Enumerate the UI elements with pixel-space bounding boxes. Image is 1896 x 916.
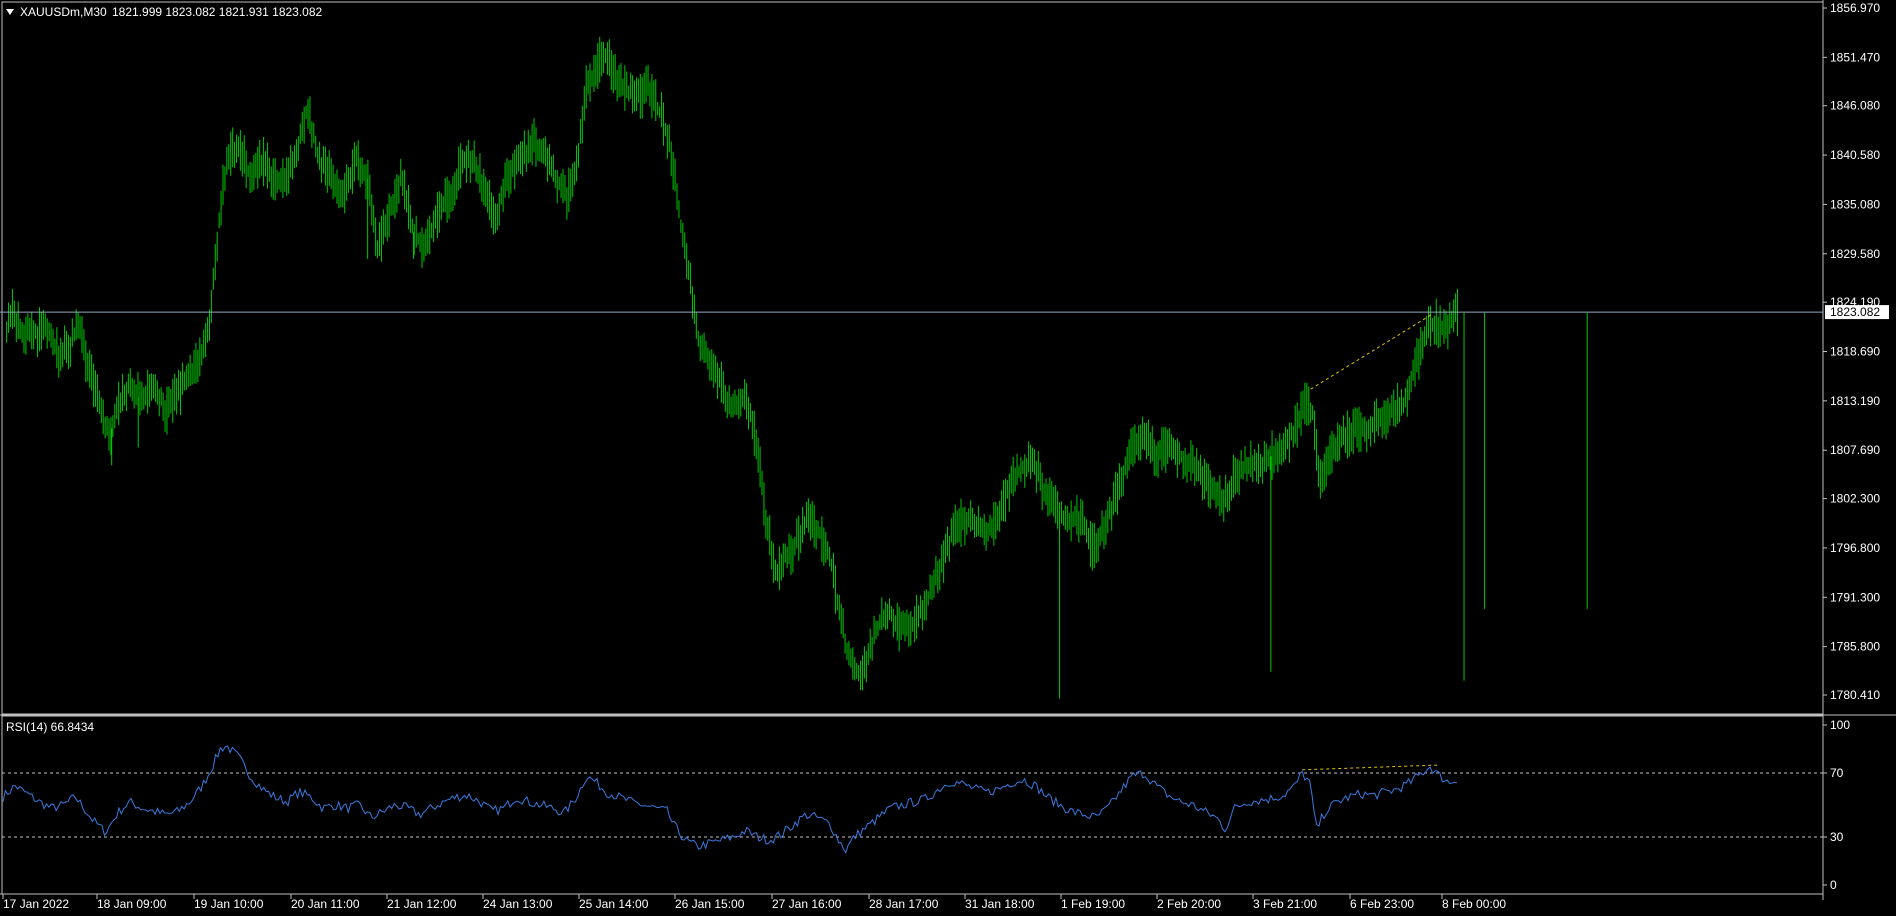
time-tick-label: 27 Jan 16:00 bbox=[772, 897, 842, 911]
price-tick-label: 1813.190 bbox=[1830, 394, 1880, 408]
symbol-label: XAUUSDm,M30 bbox=[20, 5, 107, 19]
price-tick-label: 1818.690 bbox=[1830, 345, 1880, 359]
time-tick-label: 8 Feb 00:00 bbox=[1442, 897, 1506, 911]
time-tick-label: 18 Jan 09:00 bbox=[97, 897, 167, 911]
main-chart-frame bbox=[1, 1, 1824, 715]
price-tick-label: 1846.080 bbox=[1830, 99, 1880, 113]
price-tick-label: 1780.410 bbox=[1830, 688, 1880, 702]
rsi-tick-label: 100 bbox=[1830, 718, 1850, 732]
time-tick-label: 26 Jan 15:00 bbox=[675, 897, 745, 911]
rsi-tick-label: 70 bbox=[1830, 766, 1844, 780]
rsi-tick-label: 30 bbox=[1830, 830, 1844, 844]
price-tick-label: 1835.080 bbox=[1830, 197, 1880, 211]
ohlc-label: 1821.999 1823.082 1821.931 1823.082 bbox=[112, 5, 323, 19]
time-tick-label: 20 Jan 11:00 bbox=[291, 897, 360, 911]
time-tick-label: 31 Jan 18:00 bbox=[965, 897, 1035, 911]
time-tick-label: 1 Feb 19:00 bbox=[1061, 897, 1125, 911]
price-tick-label: 1851.470 bbox=[1830, 50, 1880, 64]
price-tick-label: 1856.970 bbox=[1830, 1, 1880, 15]
price-tick-label: 1796.800 bbox=[1830, 541, 1880, 555]
price-tick-label: 1785.800 bbox=[1830, 640, 1880, 654]
time-tick-label: 24 Jan 13:00 bbox=[483, 897, 553, 911]
rsi-label: RSI(14) 66.8434 bbox=[6, 720, 94, 734]
rsi-tick-label: 0 bbox=[1830, 878, 1837, 892]
triangle-down-icon[interactable] bbox=[6, 9, 14, 15]
price-tick-label: 1791.300 bbox=[1830, 590, 1880, 604]
time-tick-label: 3 Feb 21:00 bbox=[1253, 897, 1317, 911]
time-tick-label: 21 Jan 12:00 bbox=[387, 897, 457, 911]
time-tick-label: 17 Jan 2022 bbox=[3, 897, 69, 911]
time-tick-label: 25 Jan 14:00 bbox=[579, 897, 649, 911]
price-tick-label: 1829.580 bbox=[1830, 247, 1880, 261]
time-tick-label: 6 Feb 23:00 bbox=[1350, 897, 1414, 911]
price-tick-label: 1824.190 bbox=[1830, 295, 1880, 309]
price-tick-label: 1807.690 bbox=[1830, 443, 1880, 457]
time-tick-label: 19 Jan 10:00 bbox=[194, 897, 264, 911]
chart-canvas[interactable]: 1823.082 1856.9701851.4701846.0801840.58… bbox=[0, 0, 1896, 916]
price-tick-label: 1802.300 bbox=[1830, 492, 1880, 506]
price-tick-label: 1840.580 bbox=[1830, 148, 1880, 162]
price-bars bbox=[6, 36, 1588, 699]
time-tick-label: 2 Feb 20:00 bbox=[1157, 897, 1221, 911]
time-tick-label: 28 Jan 17:00 bbox=[869, 897, 939, 911]
rsi-trendline[interactable] bbox=[1302, 764, 1440, 771]
candlestick-series[interactable] bbox=[6, 36, 1588, 699]
